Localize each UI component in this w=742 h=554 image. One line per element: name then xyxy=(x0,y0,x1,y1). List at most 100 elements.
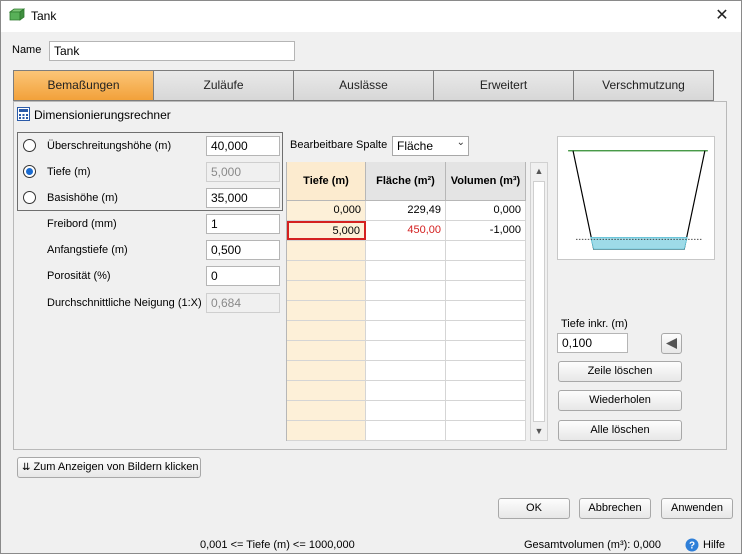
cell-flaeche[interactable]: 450,00 xyxy=(366,221,446,240)
depth-increment-input[interactable]: 0,100 xyxy=(557,333,628,353)
cell-tiefe[interactable]: 0,000 xyxy=(287,201,366,220)
help-link[interactable]: Hilfe xyxy=(703,539,725,551)
ok-button[interactable]: OK xyxy=(498,498,570,519)
depth-table[interactable]: Tiefe (m) Fläche (m²) Volumen (m³) 0,000… xyxy=(286,162,526,441)
cell-flaeche[interactable] xyxy=(366,321,446,340)
column-header-flaeche[interactable]: Fläche (m²) xyxy=(366,162,446,200)
cell-tiefe[interactable] xyxy=(287,321,366,340)
table-row[interactable]: 0,000 229,49 0,000 xyxy=(287,201,526,221)
cell-tiefe[interactable] xyxy=(287,261,366,280)
cell-tiefe[interactable] xyxy=(287,361,366,380)
delete-row-button[interactable]: Zeile löschen xyxy=(558,361,682,382)
cell-volumen[interactable]: 0,000 xyxy=(446,201,526,220)
basishoehe-input[interactable]: 35,000 xyxy=(206,188,280,208)
table-row[interactable] xyxy=(287,361,526,381)
cell-flaeche[interactable]: 229,49 xyxy=(366,201,446,220)
cell-tiefe[interactable] xyxy=(287,401,366,420)
cell-flaeche[interactable] xyxy=(366,421,446,440)
cell-volumen[interactable] xyxy=(446,301,526,320)
tab-bemassungen[interactable]: Bemaßungen xyxy=(13,70,154,101)
cell-flaeche[interactable] xyxy=(366,361,446,380)
cell-tiefe[interactable] xyxy=(287,421,366,440)
cell-volumen[interactable] xyxy=(446,241,526,260)
radio-ueberschreitungshoehe[interactable] xyxy=(23,139,36,152)
table-row[interactable] xyxy=(287,341,526,361)
cell-volumen[interactable] xyxy=(446,261,526,280)
anfangstiefe-input[interactable]: 0,500 xyxy=(206,240,280,260)
table-row[interactable] xyxy=(287,261,526,281)
cell-volumen[interactable] xyxy=(446,321,526,340)
table-row[interactable] xyxy=(287,301,526,321)
table-row[interactable] xyxy=(287,281,526,301)
column-header-volumen[interactable]: Volumen (m³) xyxy=(446,162,526,200)
radio-basishoehe[interactable] xyxy=(23,191,36,204)
cell-tiefe[interactable] xyxy=(287,341,366,360)
cell-volumen[interactable] xyxy=(446,361,526,380)
apply-button[interactable]: Anwenden xyxy=(661,498,733,519)
delete-all-button[interactable]: Alle löschen xyxy=(558,420,682,441)
help-icon[interactable]: ? xyxy=(685,538,699,552)
cell-flaeche[interactable] xyxy=(366,381,446,400)
neigung-input: 0,684 xyxy=(206,293,280,313)
play-button[interactable] xyxy=(661,333,682,354)
editable-column-value: Fläche xyxy=(397,139,434,153)
cell-flaeche[interactable] xyxy=(366,401,446,420)
cell-volumen[interactable] xyxy=(446,281,526,300)
porositaet-label: Porosität (%) xyxy=(47,270,111,282)
table-row[interactable] xyxy=(287,401,526,421)
scroll-up-icon[interactable]: ▲ xyxy=(531,163,547,180)
cell-flaeche[interactable] xyxy=(366,241,446,260)
table-header: Tiefe (m) Fläche (m²) Volumen (m³) xyxy=(287,162,526,201)
show-images-button[interactable]: ⇊ Zum Anzeigen von Bildern klicken xyxy=(17,457,201,478)
radio-tiefe[interactable] xyxy=(23,165,36,178)
repeat-button[interactable]: Wiederholen xyxy=(558,390,682,411)
cell-flaeche[interactable] xyxy=(366,341,446,360)
table-row[interactable] xyxy=(287,421,526,441)
cell-flaeche[interactable] xyxy=(366,261,446,280)
name-label: Name xyxy=(12,44,42,56)
cell-tiefe[interactable]: 5,000 xyxy=(287,221,366,240)
tiefe-label: Tiefe (m) xyxy=(47,166,91,178)
ueberschreitungshoehe-input[interactable]: 40,000 xyxy=(206,136,280,156)
tab-erweitert[interactable]: Erweitert xyxy=(434,70,574,101)
table-body: 0,000 229,49 0,000 5,000 450,00 -1,000 xyxy=(287,201,526,441)
show-images-label: Zum Anzeigen von Bildern klicken xyxy=(33,461,199,473)
freibord-label: Freibord (mm) xyxy=(47,218,117,230)
cell-volumen[interactable]: -1,000 xyxy=(446,221,526,240)
table-row[interactable]: 5,000 450,00 -1,000 xyxy=(287,221,526,241)
table-row[interactable] xyxy=(287,381,526,401)
cell-flaeche[interactable] xyxy=(366,301,446,320)
tiefe-input: 5,000 xyxy=(206,162,280,182)
cell-flaeche[interactable] xyxy=(366,281,446,300)
double-chevron-down-icon: ⇊ xyxy=(22,462,31,473)
editable-column-select[interactable]: Fläche ⌄ xyxy=(392,136,469,156)
scroll-thumb[interactable] xyxy=(533,181,545,422)
basishoehe-label: Basishöhe (m) xyxy=(47,192,118,204)
cell-tiefe[interactable] xyxy=(287,281,366,300)
cell-tiefe[interactable] xyxy=(287,381,366,400)
cell-volumen[interactable] xyxy=(446,401,526,420)
tank-preview-image xyxy=(557,136,715,260)
tab-zulaeufe[interactable]: Zuläufe xyxy=(154,70,294,101)
total-volume-status: Gesamtvolumen (m³): 0,000 xyxy=(524,539,661,551)
tab-auslaesse[interactable]: Auslässe xyxy=(294,70,434,101)
cancel-button[interactable]: Abbrechen xyxy=(579,498,651,519)
cell-tiefe[interactable] xyxy=(287,241,366,260)
cell-volumen[interactable] xyxy=(446,341,526,360)
table-row[interactable] xyxy=(287,321,526,341)
column-header-tiefe[interactable]: Tiefe (m) xyxy=(287,162,366,200)
scroll-down-icon[interactable]: ▼ xyxy=(531,423,547,440)
name-input[interactable]: Tank xyxy=(49,41,295,61)
table-scrollbar[interactable]: ▲ ▼ xyxy=(530,162,548,441)
porositaet-input[interactable]: 0 xyxy=(206,266,280,286)
close-button[interactable]: ✕ xyxy=(711,5,733,27)
cell-volumen[interactable] xyxy=(446,381,526,400)
freibord-input[interactable]: 1 xyxy=(206,214,280,234)
cell-volumen[interactable] xyxy=(446,421,526,440)
calculator-icon xyxy=(17,107,30,121)
tab-bar: Bemaßungen Zuläufe Auslässe Erweitert Ve… xyxy=(13,70,714,101)
tab-verschmutzung[interactable]: Verschmutzung xyxy=(574,70,714,101)
cell-tiefe[interactable] xyxy=(287,301,366,320)
calculator-label: Dimensionierungsrechner xyxy=(34,108,171,122)
table-row[interactable] xyxy=(287,241,526,261)
